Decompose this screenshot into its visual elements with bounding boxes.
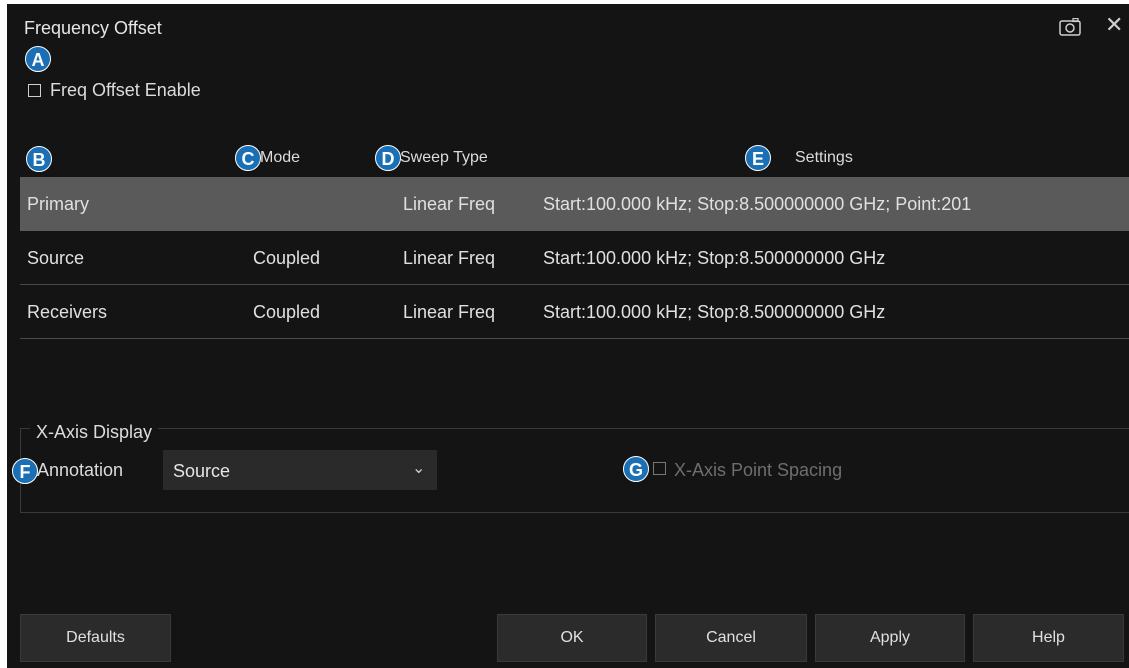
ok-button[interactable]: OK	[497, 614, 647, 662]
row-sweep-type: Linear Freq	[403, 302, 496, 322]
row-settings: Start:100.000 kHz; Stop:8.500000000 GHz	[543, 248, 886, 268]
table-row-primary[interactable]: Primary Linear Freq Start:100.000 kHz; S…	[20, 177, 1129, 231]
x-axis-point-spacing-checkbox[interactable]	[653, 462, 666, 475]
row-name: Primary	[27, 194, 89, 214]
column-header-settings: Settings	[795, 149, 853, 166]
chevron-down-icon: ⌄	[412, 460, 426, 477]
row-mode: Coupled	[253, 302, 321, 322]
apply-button[interactable]: Apply	[815, 614, 965, 662]
freq-offset-enable-label: Freq Offset Enable	[50, 80, 201, 100]
help-button[interactable]: Help	[973, 614, 1124, 662]
x-axis-point-spacing-label: X-Axis Point Spacing	[674, 460, 843, 480]
table-row-source[interactable]: Source Coupled Linear Freq Start:100.000…	[20, 231, 1129, 285]
row-name: Receivers	[27, 302, 108, 322]
close-icon[interactable]: ✕	[1105, 14, 1123, 36]
x-axis-display-title: X-Axis Display	[30, 422, 159, 443]
column-header-sweep-type: Sweep Type	[400, 149, 488, 166]
annotation-label: Annotation	[37, 460, 124, 480]
row-sweep-type: Linear Freq	[403, 194, 496, 214]
freq-offset-enable-checkbox[interactable]	[28, 84, 41, 97]
row-settings: Start:100.000 kHz; Stop:8.500000000 GHz;…	[543, 194, 972, 214]
callout-badge-b: B	[26, 146, 52, 172]
frequency-offset-dialog: Frequency Offset ✕ A Freq Offset Enable …	[7, 4, 1129, 668]
annotation-select-value: Source	[173, 461, 231, 481]
row-settings: Start:100.000 kHz; Stop:8.500000000 GHz	[543, 302, 886, 322]
row-sweep-type: Linear Freq	[403, 248, 496, 268]
row-mode: Coupled	[253, 248, 321, 268]
cancel-button[interactable]: Cancel	[655, 614, 807, 662]
callout-badge-e: E	[745, 145, 771, 171]
callout-badge-f: F	[12, 458, 38, 484]
column-header-mode: Mode	[260, 149, 301, 166]
table-row-receivers[interactable]: Receivers Coupled Linear Freq Start:100.…	[20, 285, 1129, 339]
annotation-select[interactable]: Source ⌄	[163, 450, 437, 490]
defaults-button[interactable]: Defaults	[20, 614, 171, 662]
row-divider	[20, 338, 1129, 339]
callout-badge-d: D	[375, 145, 401, 171]
callout-badge-c: C	[235, 145, 261, 171]
row-name: Source	[27, 248, 85, 268]
callout-badge-g: G	[623, 456, 649, 482]
callout-badge-a: A	[25, 46, 51, 72]
camera-icon[interactable]	[1059, 18, 1081, 36]
dialog-title: Frequency Offset	[24, 18, 162, 38]
